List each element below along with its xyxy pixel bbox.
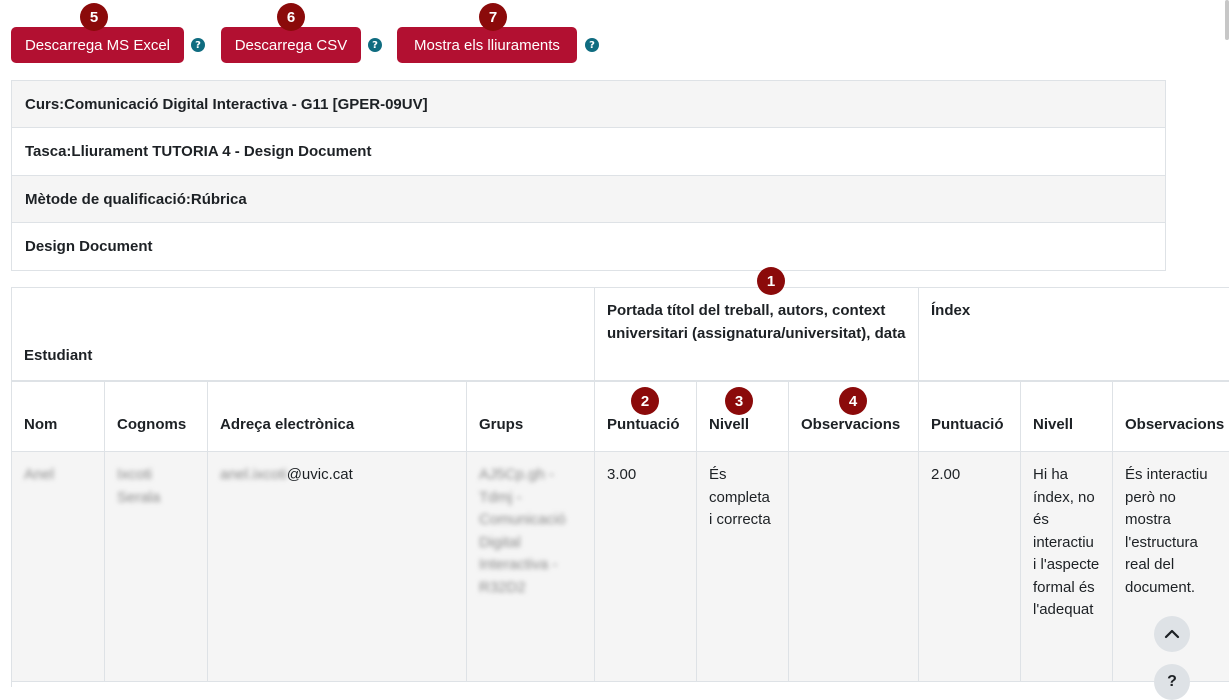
help-icon[interactable]: ? (368, 38, 382, 52)
group-header-criterion-index-label: Índex (931, 302, 971, 319)
help-glyph: ? (372, 39, 378, 51)
column-header-email-label: Adreça electrònica (220, 415, 355, 433)
grades-table: Estudiant Portada títol del treball, aut… (11, 287, 1229, 687)
cell-observations-1 (789, 452, 919, 682)
column-header-name-label: Nom (24, 415, 58, 433)
scroll-top-button[interactable] (1154, 616, 1190, 652)
cell-level-2: Hi ha índex, no és interactiu i l'aspect… (1021, 452, 1113, 682)
group-header-criterion-cover-label: Portada títol del treball, autors, conte… (607, 302, 906, 342)
column-header-groups-label: Grups (479, 415, 524, 433)
help-icon[interactable]: ? (585, 38, 599, 52)
show-submissions-button[interactable]: Mostra els lliuraments (397, 27, 577, 63)
column-header-surnames[interactable]: Cognoms (105, 381, 208, 452)
column-header-level-1-label: Nivell (709, 415, 750, 433)
help-icon[interactable]: ? (191, 38, 205, 52)
column-header-observations-1-label: Observacions (801, 415, 901, 433)
page-scrollbar[interactable] (1225, 0, 1229, 40)
column-header-observations-2-label: Observacions (1125, 415, 1225, 433)
group-header-criterion-cover: Portada títol del treball, autors, conte… (595, 288, 919, 381)
group-header-student-label: Estudiant (24, 346, 93, 364)
cell-groups: AJ5Cp.gh - Tdmj - Comunicació Digital In… (467, 452, 595, 682)
level-1-value: És completa i correcta (709, 466, 771, 528)
student-name: Anel (24, 466, 55, 483)
column-header-level-2[interactable]: Nivell (1021, 381, 1113, 452)
help-glyph: ? (589, 39, 595, 51)
cell-level-1: És completa i correcta (697, 452, 789, 682)
help-float-button[interactable]: ? (1154, 664, 1190, 700)
column-header-groups[interactable]: Grups (467, 381, 595, 452)
column-header-score-2-label: Puntuació (931, 415, 1004, 433)
course-info: Curs:Comunicació Digital Interactiva - G… (11, 80, 1166, 128)
score-1-value: 3.00 (607, 466, 637, 483)
show-submissions-label: Mostra els lliuraments (414, 36, 560, 54)
group-header-criterion-index: Índex (919, 288, 1229, 381)
score-2-value: 2.00 (931, 466, 961, 483)
level-2-value: Hi ha índex, no és interactiu i l'aspect… (1033, 466, 1100, 618)
column-header-email[interactable]: Adreça electrònica (208, 381, 467, 452)
cell-name: Anel (12, 452, 105, 682)
column-header-score-2[interactable]: Puntuació (919, 381, 1021, 452)
callout-badge-5: 5 (80, 3, 108, 31)
callout-badge-2: 2 (631, 387, 659, 415)
callout-badge-4: 4 (839, 387, 867, 415)
table-row: Anel Ixcoti Serala anel.ixcoti@uvic.cat … (12, 452, 1229, 682)
group-header-student: Estudiant (12, 288, 595, 381)
cell-email: anel.ixcoti@uvic.cat (208, 452, 467, 682)
column-header-observations-2[interactable]: Observacions (1113, 381, 1229, 452)
observations-2-value: És interactiu però no mostra l'estructur… (1125, 466, 1208, 596)
question-icon: ? (1167, 673, 1177, 690)
rubric-name: Design Document (11, 223, 1166, 271)
column-header-name[interactable]: Nom (12, 381, 105, 452)
callout-badge-7: 7 (479, 3, 507, 31)
download-csv-label: Descarrega CSV (234, 36, 348, 54)
download-excel-button[interactable]: Descarrega MS Excel (11, 27, 184, 63)
column-header-surnames-label: Cognoms (117, 415, 187, 433)
grading-method-info: Mètode de qualificació:Rúbrica (11, 176, 1166, 223)
callout-badge-1: 1 (757, 267, 785, 295)
download-csv-button[interactable]: Descarrega CSV (221, 27, 361, 63)
cell-score-1: 3.00 (595, 452, 697, 682)
column-header-level-2-label: Nivell (1033, 415, 1074, 433)
task-info: Tasca:Lliurament TUTORIA 4 - Design Docu… (11, 128, 1166, 176)
help-glyph: ? (195, 39, 201, 51)
callout-badge-3: 3 (725, 387, 753, 415)
student-email-user: anel.ixcoti (220, 466, 287, 483)
download-excel-label: Descarrega MS Excel (24, 36, 171, 54)
student-surnames: Ixcoti Serala (117, 466, 161, 506)
cell-surnames: Ixcoti Serala (105, 452, 208, 682)
callout-badge-6: 6 (277, 3, 305, 31)
student-groups: AJ5Cp.gh - Tdmj - Comunicació Digital In… (479, 466, 566, 596)
cell-score-2: 2.00 (919, 452, 1021, 682)
student-email-domain: @uvic.cat (286, 466, 353, 483)
column-header-score-1-label: Puntuació (607, 415, 680, 433)
chevron-up-icon (1164, 629, 1180, 639)
